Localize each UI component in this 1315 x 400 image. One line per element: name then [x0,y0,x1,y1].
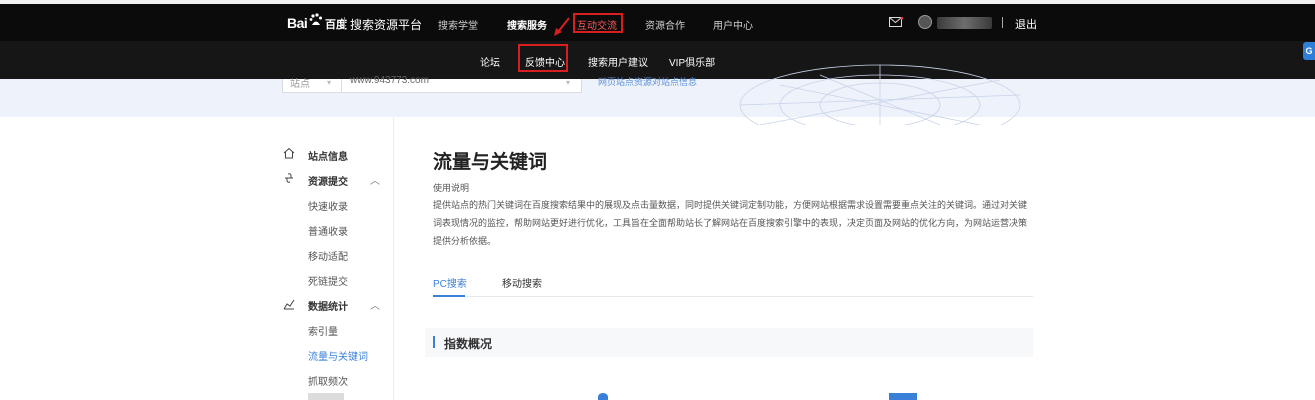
link-icon [285,173,293,183]
highlight-box-feedback [518,44,568,72]
site-url-value: www.943773.com [350,75,429,86]
section-accent [433,336,435,348]
sidebar-item-traffic-keywords[interactable]: 流量与关键词 [308,348,368,363]
floating-side-tab[interactable]: G [1303,42,1315,60]
top-edge [0,0,1315,4]
chevron-down-icon: ▾ [566,78,571,87]
sidebar-group-site-info[interactable]: 站点信息 [308,148,348,163]
home-icon [283,147,295,159]
nav-search-service[interactable]: 搜索服务 [507,17,547,32]
avatar[interactable] [918,15,932,29]
highlight-box-interaction [573,13,623,33]
site-select-label: 站点 [290,79,310,90]
chevron-down-icon: ▾ [327,78,332,87]
sidebar-item-crawl-frequency[interactable]: 抓取频次 [308,373,348,388]
tab-pc-search[interactable]: PC搜索 [433,275,467,290]
red-arrow-icon [554,17,570,36]
logo-divider [344,17,345,29]
subnav-vip-club[interactable]: VIP俱乐部 [669,54,715,69]
sidebar-group-data-stats[interactable]: 数据统计 [308,298,348,313]
logo-bai-text[interactable]: Bai [287,15,308,31]
sidebar-item-index-volume[interactable]: 索引量 [308,323,338,338]
chart-icon [283,299,295,310]
sidebar-divider [393,117,394,400]
chevron-up-icon[interactable]: ︿ [370,297,380,312]
section-title: 指数概况 [444,337,493,351]
globe-graphic-icon [739,64,1021,125]
paw-logo-icon[interactable] [309,13,323,27]
mail-icon[interactable] [889,17,903,28]
divider [1002,17,1003,28]
sidebar-item-fast-index[interactable]: 快速收录 [308,198,348,213]
chevron-up-icon[interactable]: ︿ [370,172,380,187]
platform-title[interactable]: 搜索资源平台 [350,16,422,33]
sidebar-group-resource-submit[interactable]: 资源提交 [308,173,348,188]
metric-cutoff [598,393,608,400]
logout-link[interactable]: 退出 [1015,16,1037,32]
sidebar-item-normal-index[interactable]: 普通收录 [308,223,348,238]
sub-nav-bar [0,41,1315,79]
subnav-user-suggestions[interactable]: 搜索用户建议 [588,54,648,69]
tab-divider [433,296,1033,297]
section-header-bar [425,328,1033,357]
sidebar-item-cutoff [308,393,344,400]
tab-mobile-search[interactable]: 移动搜索 [502,275,542,290]
nav-user-center[interactable]: 用户中心 [713,17,753,32]
usage-description: 提供站点的热门关键词在百度搜索结果中的展现及点击量数据，同时提供关键词定制功能，… [433,200,1028,246]
usage-label: 使用说明 [433,183,470,193]
nav-search-academy[interactable]: 搜索学堂 [438,17,478,32]
username-blurred[interactable] [937,17,992,29]
nav-resource-cooperation[interactable]: 资源合作 [645,17,685,32]
sidebar-item-mobile-adapt[interactable]: 移动适配 [308,248,348,263]
banner-link[interactable]: 网页站点资源对站点信息 [598,75,697,88]
tab-active-indicator [433,295,465,297]
page-title: 流量与关键词 [433,152,548,173]
sidebar-item-dead-link[interactable]: 死链提交 [308,273,348,288]
subnav-forum[interactable]: 论坛 [480,54,500,69]
metric-cutoff [889,393,917,400]
